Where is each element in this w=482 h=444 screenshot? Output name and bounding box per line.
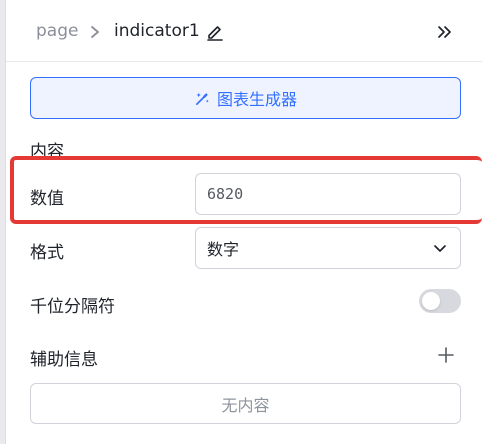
- format-select[interactable]: 数字: [195, 227, 461, 269]
- pencil-icon[interactable]: [206, 23, 224, 41]
- magic-wand-icon: [195, 92, 209, 105]
- properties-panel: page indicator1 图表生成器 内容 数值 6820 格式 数字 千…: [6, 0, 482, 444]
- chevron-right-icon: [91, 26, 99, 38]
- chart-generator-label: 图表生成器: [216, 90, 297, 109]
- double-chevron-right-icon[interactable]: [436, 23, 454, 41]
- panel-header: page indicator1: [6, 0, 482, 62]
- value-label: 数值: [30, 189, 64, 209]
- aux-info-label: 辅助信息: [30, 350, 98, 370]
- content-section-title: 内容: [30, 142, 64, 162]
- toggle-knob: [422, 292, 440, 310]
- chevron-down-icon: [434, 245, 446, 252]
- thousands-separator-label: 千位分隔符: [30, 297, 115, 317]
- breadcrumb-root[interactable]: page: [36, 21, 78, 41]
- value-input[interactable]: 6820: [195, 173, 461, 215]
- thousands-separator-toggle[interactable]: [419, 289, 461, 313]
- aux-info-empty: 无内容: [30, 383, 461, 424]
- plus-icon[interactable]: [437, 346, 455, 364]
- value-input-text: 6820: [207, 185, 244, 203]
- format-select-value: 数字: [207, 240, 240, 259]
- format-label: 格式: [30, 243, 64, 263]
- breadcrumb-current: indicator1: [114, 21, 200, 41]
- aux-info-empty-text: 无内容: [221, 395, 270, 415]
- chart-generator-button[interactable]: 图表生成器: [30, 77, 461, 119]
